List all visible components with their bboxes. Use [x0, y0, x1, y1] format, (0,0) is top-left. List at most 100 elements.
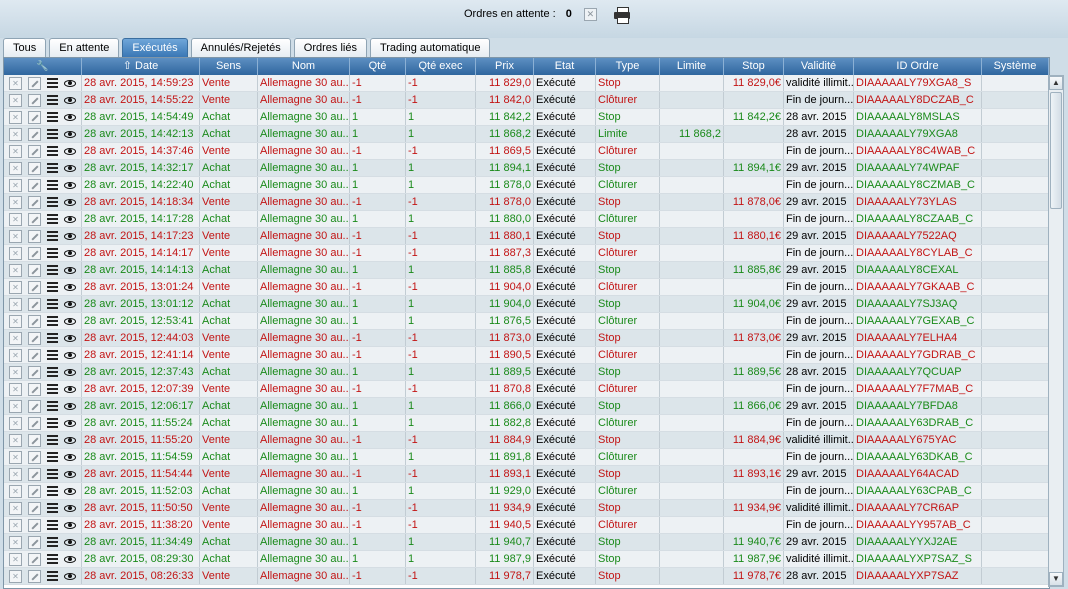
table-row[interactable]: ✕ 28 avr. 2015, 14:42:13 Achat Allemagne 30… [4, 126, 1049, 143]
order-details-icon[interactable] [47, 265, 58, 275]
edit-order-icon[interactable] [28, 314, 41, 328]
order-details-icon[interactable] [47, 469, 58, 479]
edit-order-icon[interactable] [28, 229, 41, 243]
edit-order-icon[interactable] [28, 127, 41, 141]
view-eye-icon[interactable] [64, 538, 76, 546]
table-row[interactable]: ✕ 28 avr. 2015, 14:54:49 Achat Allemagne 30… [4, 109, 1049, 126]
column-header-5[interactable]: Qté exec [406, 58, 476, 75]
order-details-icon[interactable] [47, 78, 58, 88]
table-row[interactable]: ✕ 28 avr. 2015, 11:50:50 Vente Allemagne 30… [4, 500, 1049, 517]
column-header-0[interactable]: 🔧 [4, 58, 82, 75]
edit-order-icon[interactable] [28, 501, 41, 515]
table-row[interactable]: ✕ 28 avr. 2015, 12:07:39 Vente Allemagne 30… [4, 381, 1049, 398]
table-row[interactable]: ✕ 28 avr. 2015, 14:14:17 Vente Allemagne 30… [4, 245, 1049, 262]
view-eye-icon[interactable] [64, 232, 76, 240]
order-details-icon[interactable] [47, 129, 58, 139]
cancel-order-icon[interactable]: ✕ [9, 382, 22, 396]
column-header-9[interactable]: Limite [660, 58, 724, 75]
view-eye-icon[interactable] [64, 521, 76, 529]
cancel-order-icon[interactable]: ✕ [9, 467, 22, 481]
cancel-order-icon[interactable]: ✕ [9, 399, 22, 413]
cancel-order-icon[interactable]: ✕ [9, 246, 22, 260]
edit-order-icon[interactable] [28, 552, 41, 566]
table-row[interactable]: ✕ 28 avr. 2015, 12:44:03 Vente Allemagne 30… [4, 330, 1049, 347]
view-eye-icon[interactable] [64, 249, 76, 257]
cancel-order-icon[interactable]: ✕ [9, 552, 22, 566]
tab-1[interactable]: En attente [49, 38, 120, 57]
table-row[interactable]: ✕ 28 avr. 2015, 11:38:20 Vente Allemagne 30… [4, 517, 1049, 534]
order-details-icon[interactable] [47, 503, 58, 513]
view-eye-icon[interactable] [64, 368, 76, 376]
scroll-up-icon[interactable]: ▲ [1049, 76, 1063, 90]
table-row[interactable]: ✕ 28 avr. 2015, 11:54:44 Vente Allemagne 30… [4, 466, 1049, 483]
table-row[interactable]: ✕ 28 avr. 2015, 13:01:24 Vente Allemagne 30… [4, 279, 1049, 296]
cancel-order-icon[interactable]: ✕ [9, 195, 22, 209]
order-details-icon[interactable] [47, 95, 58, 105]
cancel-order-icon[interactable]: ✕ [9, 416, 22, 430]
cancel-order-icon[interactable]: ✕ [9, 433, 22, 447]
view-eye-icon[interactable] [64, 317, 76, 325]
view-eye-icon[interactable] [64, 453, 76, 461]
tab-5[interactable]: Trading automatique [369, 38, 491, 57]
table-row[interactable]: ✕ 28 avr. 2015, 12:37:43 Achat Allemagne 30… [4, 364, 1049, 381]
edit-order-icon[interactable] [28, 280, 41, 294]
table-row[interactable]: ✕ 28 avr. 2015, 11:34:49 Achat Allemagne 30… [4, 534, 1049, 551]
table-row[interactable]: ✕ 28 avr. 2015, 08:29:30 Achat Allemagne 30… [4, 551, 1049, 568]
edit-order-icon[interactable] [28, 569, 41, 583]
table-row[interactable]: ✕ 28 avr. 2015, 14:14:13 Achat Allemagne 30… [4, 262, 1049, 279]
table-row[interactable]: ✕ 28 avr. 2015, 14:18:34 Vente Allemagne 30… [4, 194, 1049, 211]
order-details-icon[interactable] [47, 316, 58, 326]
order-details-icon[interactable] [47, 554, 58, 564]
cancel-order-icon[interactable]: ✕ [9, 535, 22, 549]
printer-icon[interactable] [613, 6, 631, 24]
order-details-icon[interactable] [47, 333, 58, 343]
edit-order-icon[interactable] [28, 348, 41, 362]
column-header-8[interactable]: Type [596, 58, 660, 75]
column-header-1[interactable]: ⇧ Date [82, 58, 200, 75]
edit-order-icon[interactable] [28, 110, 41, 124]
view-eye-icon[interactable] [64, 470, 76, 478]
table-row[interactable]: ✕ 28 avr. 2015, 12:53:41 Achat Allemagne 30… [4, 313, 1049, 330]
edit-order-icon[interactable] [28, 297, 41, 311]
cancel-order-icon[interactable]: ✕ [9, 331, 22, 345]
settings-wrench-icon[interactable]: 🔧 [36, 61, 48, 72]
order-details-icon[interactable] [47, 231, 58, 241]
edit-order-icon[interactable] [28, 212, 41, 226]
cancel-order-icon[interactable]: ✕ [9, 229, 22, 243]
table-row[interactable]: ✕ 28 avr. 2015, 14:17:28 Achat Allemagne 30… [4, 211, 1049, 228]
edit-order-icon[interactable] [28, 382, 41, 396]
view-eye-icon[interactable] [64, 79, 76, 87]
edit-order-icon[interactable] [28, 365, 41, 379]
order-details-icon[interactable] [47, 248, 58, 258]
view-eye-icon[interactable] [64, 130, 76, 138]
view-eye-icon[interactable] [64, 436, 76, 444]
order-details-icon[interactable] [47, 367, 58, 377]
view-eye-icon[interactable] [64, 181, 76, 189]
tab-0[interactable]: Tous [3, 38, 47, 57]
view-eye-icon[interactable] [64, 385, 76, 393]
cancel-order-icon[interactable]: ✕ [9, 569, 22, 583]
order-details-icon[interactable] [47, 214, 58, 224]
cancel-order-icon[interactable]: ✕ [9, 263, 22, 277]
tab-4[interactable]: Ordres liés [293, 38, 367, 57]
table-row[interactable]: ✕ 28 avr. 2015, 14:22:40 Achat Allemagne 30… [4, 177, 1049, 194]
column-header-12[interactable]: ID Ordre [854, 58, 982, 75]
order-details-icon[interactable] [47, 384, 58, 394]
edit-order-icon[interactable] [28, 263, 41, 277]
scrollbar-thumb[interactable] [1050, 92, 1062, 209]
table-row[interactable]: ✕ 28 avr. 2015, 13:01:12 Achat Allemagne 30… [4, 296, 1049, 313]
edit-order-icon[interactable] [28, 195, 41, 209]
order-details-icon[interactable] [47, 180, 58, 190]
table-row[interactable]: ✕ 28 avr. 2015, 11:54:59 Achat Allemagne 30… [4, 449, 1049, 466]
table-row[interactable]: ✕ 28 avr. 2015, 12:06:17 Achat Allemagne 30… [4, 398, 1049, 415]
edit-order-icon[interactable] [28, 144, 41, 158]
cancel-order-icon[interactable]: ✕ [9, 297, 22, 311]
order-details-icon[interactable] [47, 418, 58, 428]
scroll-down-icon[interactable]: ▼ [1049, 572, 1063, 586]
cancel-order-icon[interactable]: ✕ [9, 280, 22, 294]
view-eye-icon[interactable] [64, 419, 76, 427]
cancel-order-icon[interactable]: ✕ [9, 348, 22, 362]
edit-order-icon[interactable] [28, 450, 41, 464]
column-header-4[interactable]: Qté [350, 58, 406, 75]
order-details-icon[interactable] [47, 401, 58, 411]
